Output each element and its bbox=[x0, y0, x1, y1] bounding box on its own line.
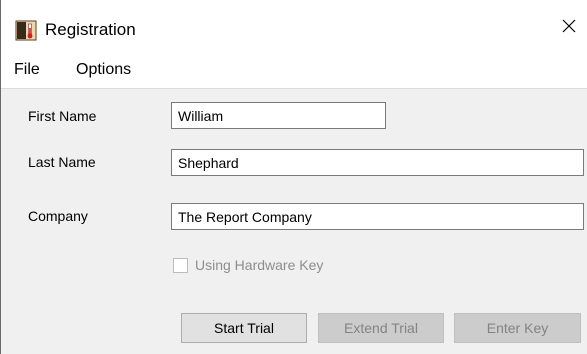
hardware-key-label: Using Hardware Key bbox=[195, 257, 324, 273]
last-name-label: Last Name bbox=[28, 154, 96, 170]
title-bar[interactable]: Registration bbox=[1, 0, 587, 58]
window-title: Registration bbox=[45, 20, 136, 39]
menu-bar: File Options bbox=[1, 58, 587, 88]
hardware-key-checkbox bbox=[173, 257, 188, 273]
registration-form: First Name Last Name Company Using Hardw… bbox=[1, 88, 587, 354]
close-button[interactable] bbox=[551, 8, 587, 48]
company-label: Company bbox=[28, 208, 88, 224]
extend-trial-button: Extend Trial bbox=[318, 313, 444, 343]
first-name-field[interactable] bbox=[171, 102, 386, 129]
hardware-key-checkbox-row: Using Hardware Key bbox=[173, 255, 323, 275]
start-trial-button[interactable]: Start Trial bbox=[181, 313, 307, 343]
close-icon bbox=[561, 18, 577, 39]
menu-options[interactable]: Options bbox=[76, 58, 131, 82]
registration-window: Registration File Options First Name Las… bbox=[0, 0, 587, 354]
menu-file[interactable]: File bbox=[14, 58, 40, 82]
thermometer-icon bbox=[15, 19, 37, 41]
last-name-field[interactable] bbox=[171, 149, 584, 176]
company-field[interactable] bbox=[171, 203, 584, 230]
enter-key-button: Enter Key bbox=[454, 313, 581, 343]
first-name-label: First Name bbox=[28, 108, 97, 124]
